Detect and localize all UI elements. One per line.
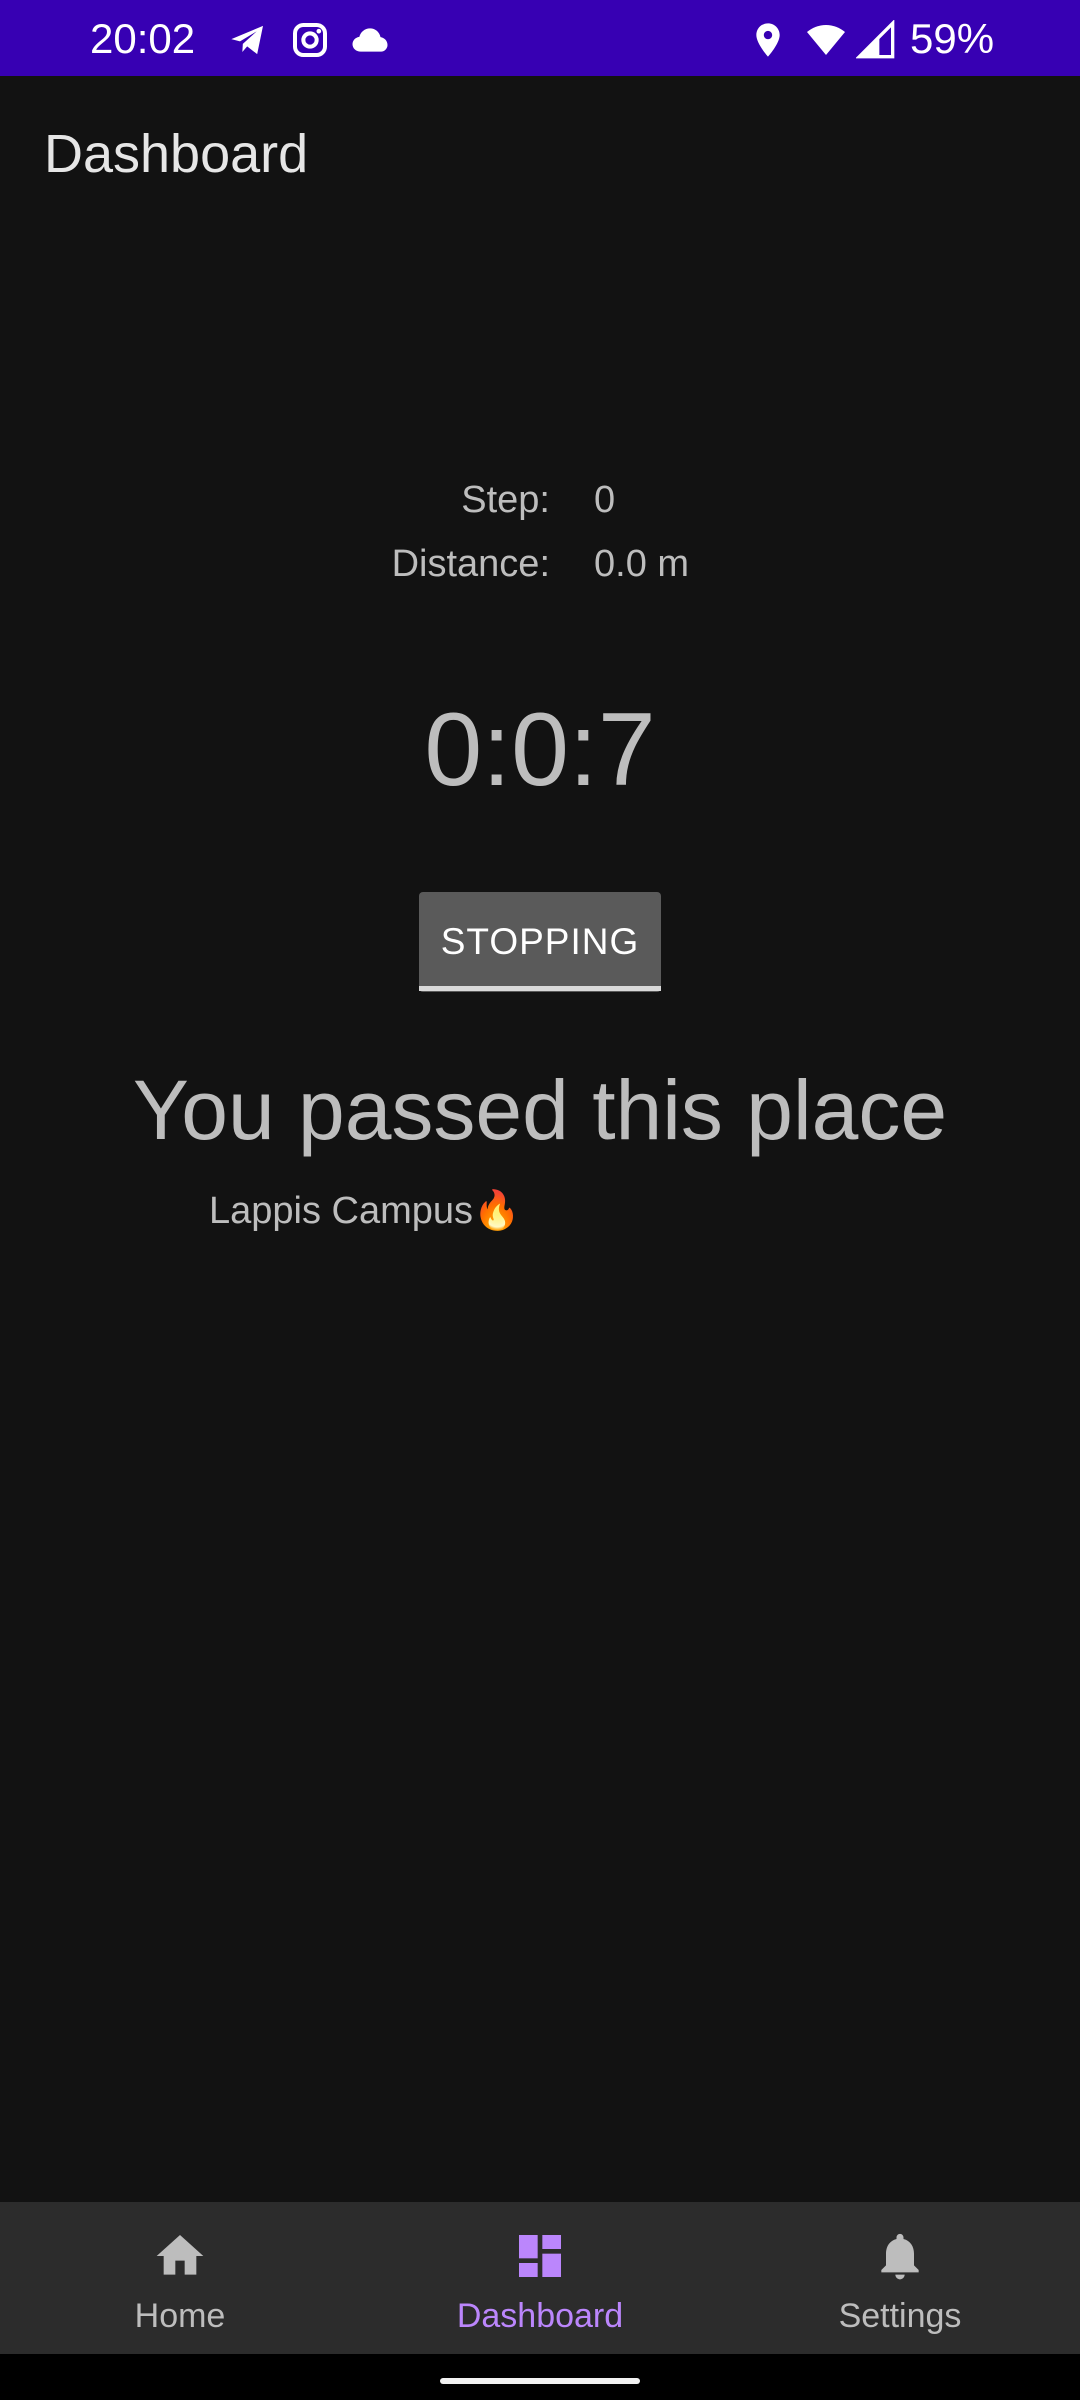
app-screen: 20:02 59% Dashboard Step: 0 Distance: 0.… [0,0,1080,2400]
location-icon [756,23,780,57]
nav-label-home: Home [134,2297,226,2335]
telegram-icon [231,25,263,55]
page-title: Dashboard [44,124,309,184]
step-label: Step: [461,479,550,521]
status-time: 20:02 [90,15,196,62]
gesture-navigation-area [0,2354,1080,2400]
home-gesture-handle[interactable] [440,2378,640,2384]
place-name: Lappis Campus🔥 [209,1190,521,1232]
nav-item-home[interactable]: Home [0,2202,360,2354]
nav-item-settings[interactable]: Settings [720,2202,1080,2354]
distance-value: 0.0 m [594,543,690,585]
nav-item-dashboard[interactable]: Dashboard [360,2202,720,2354]
dashboard-icon [519,2235,561,2277]
home-icon [156,2235,204,2275]
nav-label-settings: Settings [838,2297,962,2335]
bottom-navigation: Home Dashboard Settings [0,2202,1080,2354]
cloud-icon [352,28,388,52]
elapsed-timer: 0:0:7 [424,692,656,808]
passed-place-heading: You passed this place [132,1063,948,1157]
nav-label-dashboard: Dashboard [456,2297,624,2335]
instagram-icon [293,23,327,57]
step-value: 0 [594,479,616,521]
battery-level: 59% [910,15,995,62]
cell-signal-icon [856,20,895,59]
distance-label: Distance: [391,543,550,585]
button-underline [419,986,661,991]
status-bar: 20:02 59% [0,0,1080,76]
stopping-button[interactable]: STOPPING [419,892,661,992]
wifi-icon [807,25,845,55]
bell-icon [881,2233,919,2280]
